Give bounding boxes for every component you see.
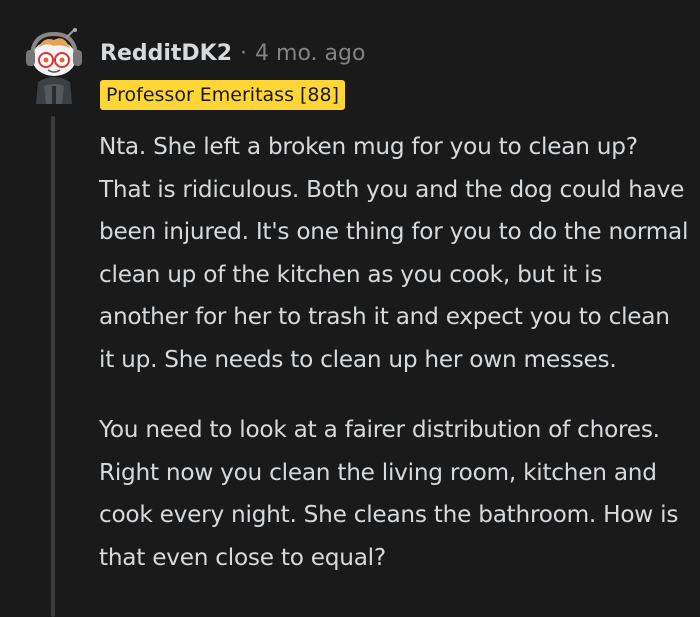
comment-meta: RedditDK2 · 4 mo. ago bbox=[100, 36, 365, 70]
user-avatar[interactable] bbox=[22, 28, 86, 104]
thread-line[interactable] bbox=[51, 116, 55, 617]
comment-timestamp[interactable]: 4 mo. ago bbox=[255, 41, 365, 66]
user-flair: Professor Emeritass [88] bbox=[100, 80, 346, 110]
comment-paragraph: Nta. She left a broken mug for you to cl… bbox=[99, 133, 689, 373]
snoo-avatar-icon bbox=[26, 28, 82, 104]
username-link[interactable]: RedditDK2 bbox=[100, 41, 232, 66]
meta-separator: · bbox=[240, 40, 248, 66]
comment-body: Nta. She left a broken mug for you to cl… bbox=[99, 126, 689, 579]
comment-paragraph: You need to look at a fairer distributio… bbox=[99, 416, 679, 571]
comment: RedditDK2 · 4 mo. ago Professor Emeritas… bbox=[0, 0, 700, 617]
